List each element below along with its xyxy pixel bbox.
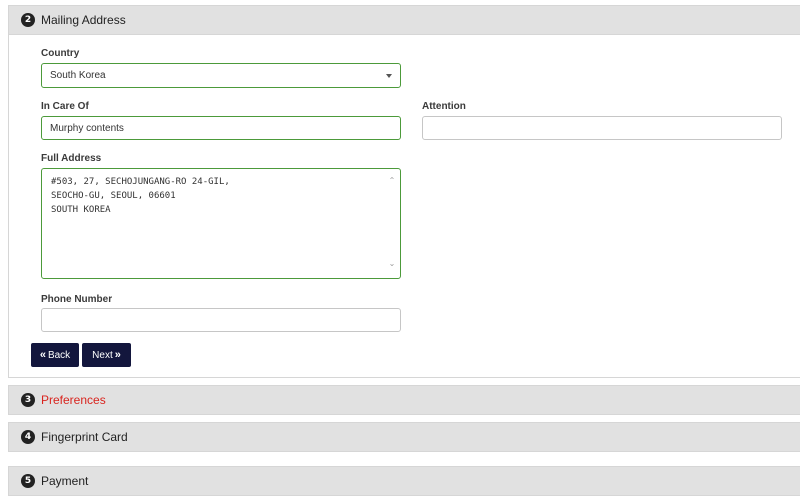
scroll-up-icon[interactable]: ⌃ — [388, 177, 396, 185]
country-label: Country — [41, 48, 80, 59]
step-number-badge: 5 — [21, 474, 35, 488]
section-title: Payment — [41, 474, 89, 488]
address-line: #503, 27, SECHOJUNGANG-RO 24-GIL, — [51, 177, 230, 187]
mailing-address-form: Country South Korea In Care Of Murphy co… — [8, 35, 800, 378]
section-fingerprint-card-header[interactable]: 4 Fingerprint Card — [8, 422, 800, 452]
section-title: Mailing Address — [41, 13, 126, 27]
full-address-label: Full Address — [41, 153, 102, 164]
step-number-badge: 4 — [21, 430, 35, 444]
country-select[interactable]: South Korea — [41, 63, 401, 88]
address-line: SEOCHO-GU, SEOUL, 06601 — [51, 191, 176, 201]
in-care-of-input[interactable]: Murphy contents — [41, 116, 401, 140]
chevron-down-icon — [386, 73, 392, 78]
full-address-textarea[interactable]: #503, 27, SECHOJUNGANG-RO 24-GIL, SEOCHO… — [41, 168, 401, 279]
section-preferences-header[interactable]: 3 Preferences — [8, 385, 800, 415]
double-chevron-left-icon: « — [39, 349, 46, 361]
address-line: SOUTH KOREA — [51, 205, 111, 215]
in-care-of-value: Murphy contents — [50, 122, 124, 134]
step-number-badge: 2 — [21, 13, 35, 27]
attention-input[interactable] — [422, 116, 782, 140]
back-button-label: Back — [47, 349, 71, 361]
back-button[interactable]: « Back — [31, 343, 79, 367]
next-button-label: Next — [92, 349, 113, 361]
section-title: Preferences — [41, 393, 106, 407]
next-button[interactable]: Next » — [82, 343, 131, 367]
section-mailing-address-header[interactable]: 2 Mailing Address — [8, 5, 800, 35]
section-payment-header[interactable]: 5 Payment — [8, 466, 800, 496]
attention-label: Attention — [422, 101, 466, 112]
phone-number-label: Phone Number — [41, 294, 113, 305]
country-value: South Korea — [50, 70, 106, 81]
double-chevron-right-icon: » — [114, 349, 121, 361]
phone-number-input[interactable] — [41, 308, 401, 332]
in-care-of-label: In Care Of — [41, 101, 89, 112]
section-title: Fingerprint Card — [41, 430, 128, 444]
step-number-badge: 3 — [21, 393, 35, 407]
scroll-down-icon[interactable]: ⌄ — [388, 260, 396, 268]
